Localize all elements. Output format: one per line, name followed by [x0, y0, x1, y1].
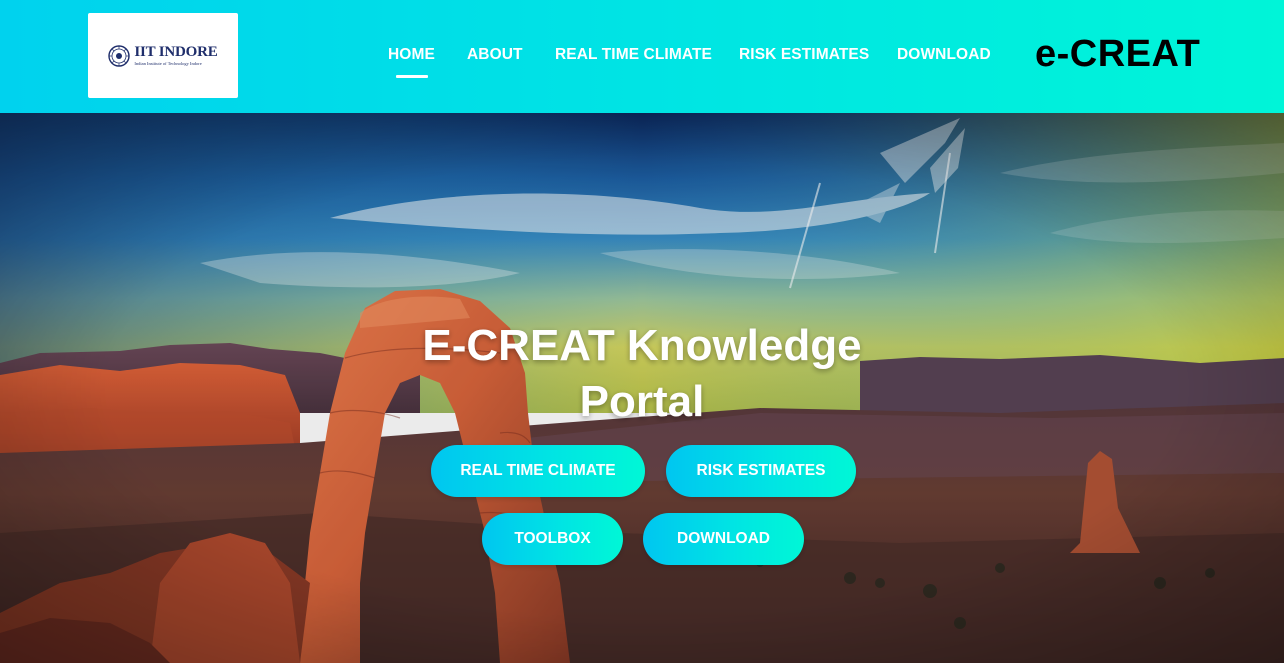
- risk-estimates-button[interactable]: RISK ESTIMATES: [666, 445, 856, 497]
- logo-title: IIT INDORE: [134, 43, 218, 60]
- hero-title: E-CREAT Knowledge Portal: [342, 318, 942, 430]
- nav-about[interactable]: ABOUT: [467, 45, 523, 65]
- hero-title-line-1: E-CREAT Knowledge: [422, 321, 862, 370]
- nav-home[interactable]: HOME: [388, 45, 435, 65]
- brand-title[interactable]: e-CREAT: [1035, 32, 1200, 76]
- nav-download[interactable]: DOWNLOAD: [897, 45, 991, 65]
- active-nav-indicator: [396, 75, 428, 78]
- hero-section: E-CREAT Knowledge Portal REAL TIME CLIMA…: [0, 113, 1284, 663]
- hero-title-line-2: Portal: [579, 377, 705, 426]
- real-time-climate-button[interactable]: REAL TIME CLIMATE: [431, 445, 645, 497]
- institute-emblem-icon: [108, 44, 131, 67]
- download-button[interactable]: DOWNLOAD: [643, 513, 804, 565]
- toolbox-button[interactable]: TOOLBOX: [482, 513, 623, 565]
- nav-real-time-climate[interactable]: REAL TIME CLIMATE: [555, 45, 712, 65]
- logo-subtitle: Indian Institute of Technology Indore: [134, 60, 202, 66]
- site-header: IIT INDORE Indian Institute of Technolog…: [0, 0, 1284, 113]
- page: IIT INDORE Indian Institute of Technolog…: [0, 0, 1284, 663]
- nav-risk-estimates[interactable]: RISK ESTIMATES: [739, 45, 869, 65]
- logo-content: IIT INDORE Indian Institute of Technolog…: [108, 43, 218, 67]
- iit-indore-logo[interactable]: IIT INDORE Indian Institute of Technolog…: [88, 13, 238, 98]
